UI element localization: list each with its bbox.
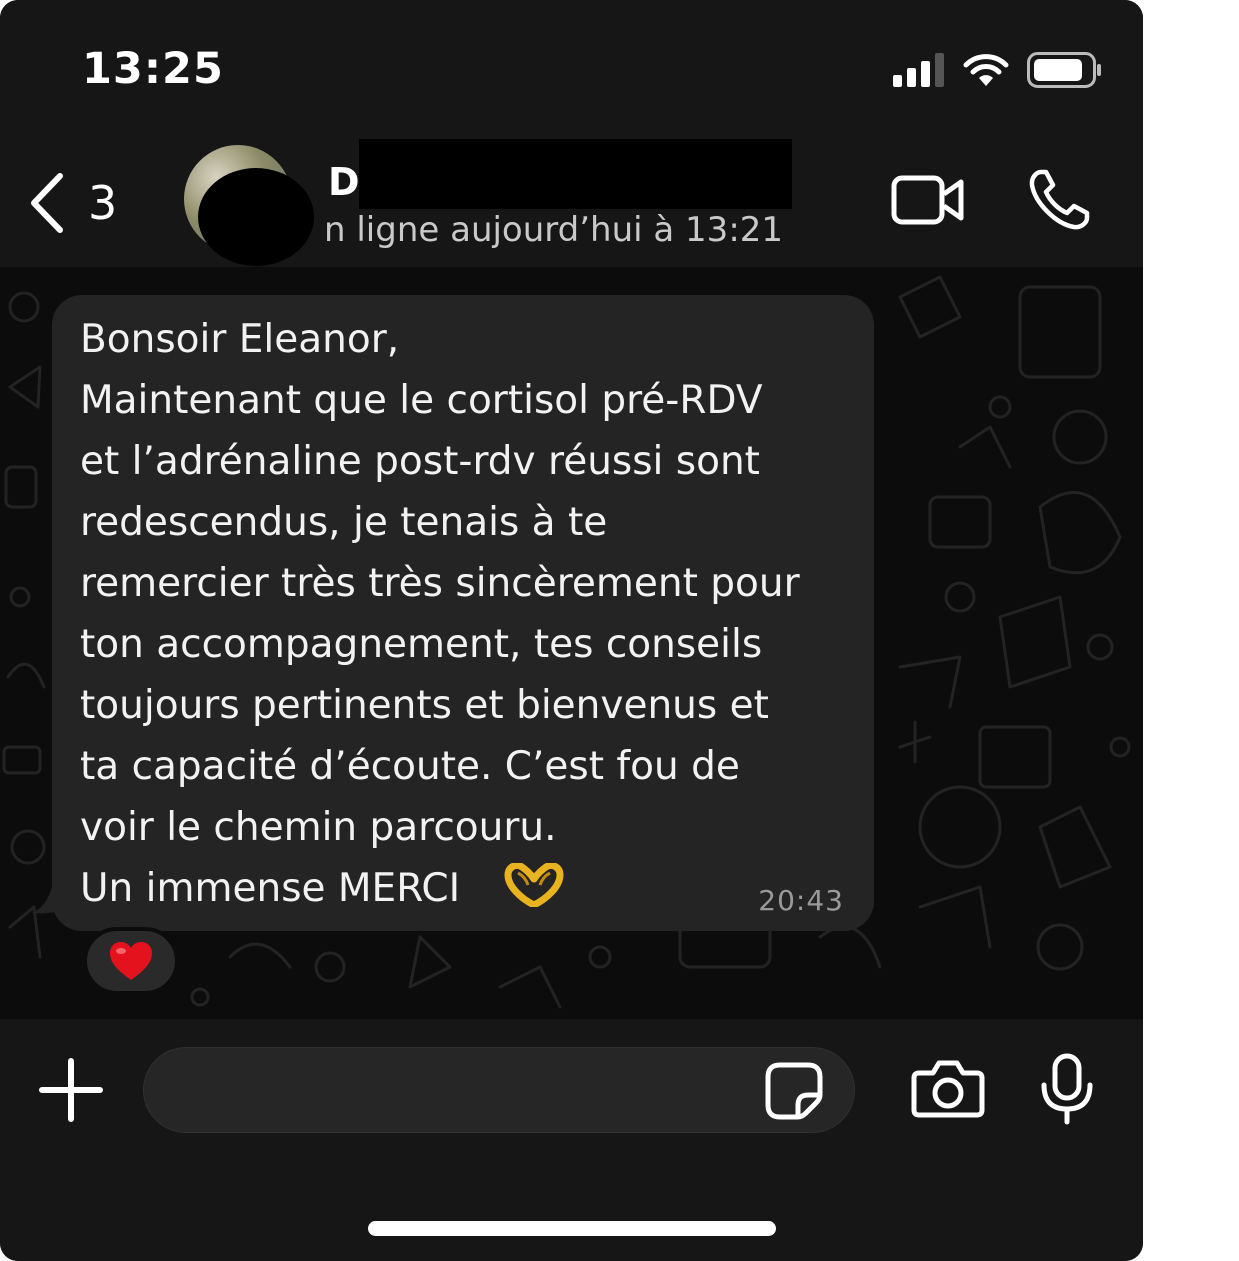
- status-bar: 13:25: [0, 0, 1143, 130]
- name-redaction: [359, 139, 792, 209]
- wifi-icon: [963, 54, 1009, 86]
- heart-hands-emoji: [504, 863, 564, 907]
- chevron-left-icon: [31, 173, 63, 233]
- chat-header: 3 D n ligne aujourd’hui à 13:21: [0, 130, 1143, 267]
- message-text: Bonsoir Eleanor, Maintenant que le corti…: [80, 317, 800, 911]
- phone-icon[interactable]: [1027, 168, 1091, 232]
- plus-icon[interactable]: [38, 1057, 104, 1123]
- last-seen-status: n ligne aujourd’hui à 13:21: [324, 210, 784, 250]
- message-timestamp: 20:43: [758, 884, 844, 917]
- battery-icon: [1027, 52, 1101, 88]
- status-time: 13:25: [82, 44, 224, 94]
- back-button[interactable]: 3: [26, 172, 117, 234]
- unread-count: 3: [88, 176, 118, 230]
- message-input[interactable]: [143, 1047, 855, 1133]
- message-reaction[interactable]: [83, 927, 179, 995]
- status-icons: [893, 50, 1103, 90]
- contact-name[interactable]: D: [328, 160, 360, 204]
- chat-area[interactable]: Bonsoir Eleanor, Maintenant que le corti…: [0, 267, 1143, 1019]
- video-call-icon[interactable]: [891, 175, 965, 225]
- red-heart-emoji: [110, 942, 152, 980]
- signal-icon: [893, 53, 944, 87]
- sticker-icon[interactable]: [764, 1061, 824, 1121]
- message-bubble[interactable]: Bonsoir Eleanor, Maintenant que le corti…: [52, 295, 874, 931]
- camera-icon[interactable]: [911, 1059, 985, 1119]
- input-bar: [0, 1019, 1143, 1261]
- avatar-redaction: [198, 168, 314, 266]
- phone-screen: 13:25 3 D n ligne aujourd’hui à 13:21 Bo…: [0, 0, 1143, 1261]
- home-indicator[interactable]: [368, 1221, 776, 1236]
- header-actions: [891, 168, 1091, 232]
- microphone-icon[interactable]: [1040, 1053, 1094, 1125]
